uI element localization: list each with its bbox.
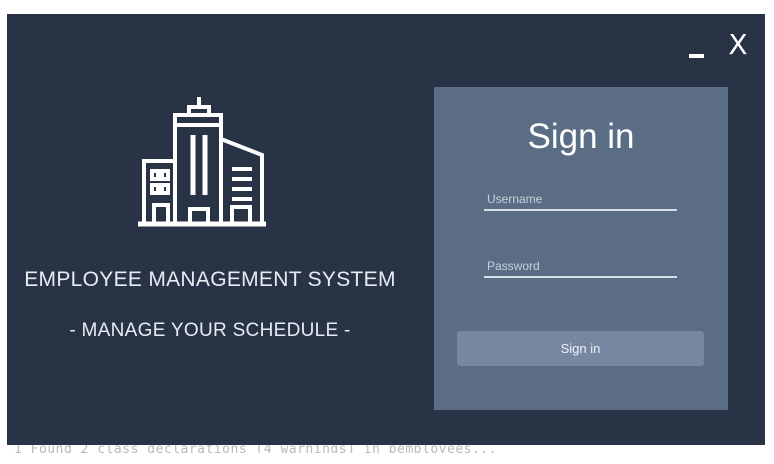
username-input[interactable] — [484, 189, 677, 211]
minimize-icon — [689, 54, 704, 58]
password-input[interactable] — [484, 256, 677, 278]
signin-heading: Sign in — [527, 117, 635, 156]
app-subtitle: - MANAGE YOUR SCHEDULE - — [69, 320, 351, 341]
signin-panel: Sign in Sign in — [434, 87, 728, 410]
app-title: EMPLOYEE MANAGEMENT SYSTEM — [24, 268, 396, 291]
minimize-button[interactable] — [685, 32, 711, 62]
signin-button[interactable]: Sign in — [457, 331, 704, 366]
login-window: X EMPLOYEE MANAGEMENT SYSTEM - MANAGE YO… — [7, 14, 765, 445]
close-button[interactable]: X — [723, 28, 753, 62]
building-icon — [136, 97, 268, 229]
window-controls: X — [665, 14, 765, 74]
